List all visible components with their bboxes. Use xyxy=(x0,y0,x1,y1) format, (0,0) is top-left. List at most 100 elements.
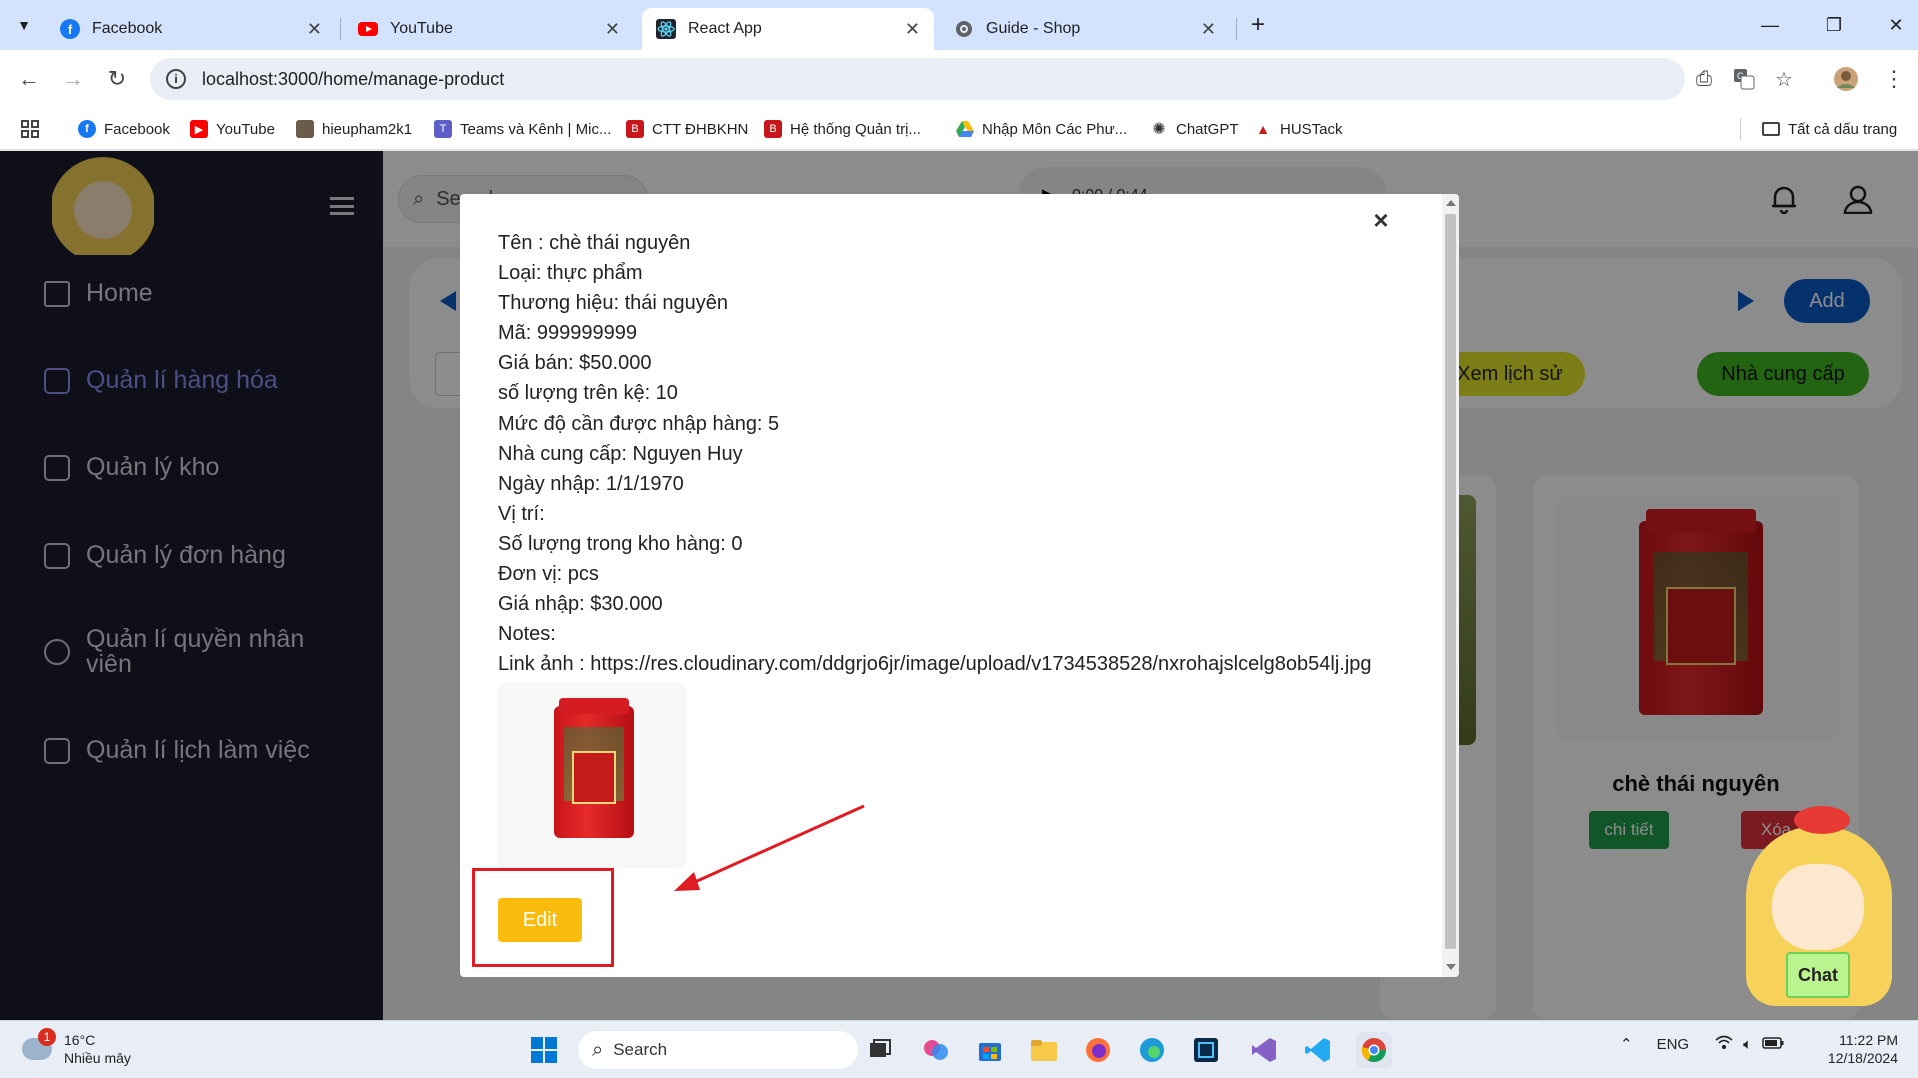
info-code: Mã: 999999999 xyxy=(498,322,638,345)
scroll-down-icon[interactable] xyxy=(1446,964,1456,970)
edit-button[interactable]: Edit xyxy=(498,898,582,942)
visual-studio-icon[interactable] xyxy=(1246,1032,1282,1068)
file-explorer-icon[interactable] xyxy=(1026,1032,1062,1068)
reload-button[interactable]: ↻ xyxy=(100,62,134,96)
product-info: Tên : chè thái nguyên Loại: thực phẩm Th… xyxy=(498,228,1428,679)
bookmark-label: hieupham2k1 xyxy=(322,120,413,138)
windows-start-icon[interactable] xyxy=(526,1032,562,1068)
tab-title: Facebook xyxy=(92,20,163,37)
facebook-icon: f xyxy=(60,19,80,39)
profile-avatar[interactable] xyxy=(1832,65,1860,93)
back-button[interactable]: ← xyxy=(12,62,46,96)
terminal-app-icon[interactable] xyxy=(1188,1032,1224,1068)
hust-icon: B xyxy=(626,120,644,138)
info-warehouse-quantity: Số lượng trong kho hàng: 0 xyxy=(498,532,743,555)
task-view-icon[interactable] xyxy=(862,1032,898,1068)
apps-grid-icon[interactable] xyxy=(20,118,40,140)
scrollbar-thumb[interactable] xyxy=(1445,214,1456,949)
bookmark-youtube[interactable]: ▶ YouTube xyxy=(190,118,275,140)
bookmark-teams[interactable]: T Teams và Kênh | Mic... xyxy=(434,118,611,140)
clock[interactable]: 11:22 PM 12/18/2024 xyxy=(1818,1031,1898,1067)
menu-dots-icon[interactable]: ⋮ xyxy=(1880,65,1908,93)
tab-guide-shop[interactable]: Guide - Shop ✕ xyxy=(940,8,1230,50)
globe-icon xyxy=(954,19,974,39)
bookmark-star-icon[interactable]: ☆ xyxy=(1770,65,1798,93)
info-name: Tên : chè thái nguyên xyxy=(498,232,691,254)
translate-icon[interactable]: G xyxy=(1730,65,1758,93)
mascot-bow xyxy=(1794,806,1850,834)
taskbar-search-label: Search xyxy=(613,1040,668,1059)
bookmark-ctt[interactable]: B CTT ĐHBKHN xyxy=(626,118,748,140)
facebook-icon: f xyxy=(78,120,96,138)
info-restock-level: Mức độ cần được nhập hàng: 5 xyxy=(498,412,780,435)
scroll-up-icon[interactable] xyxy=(1446,200,1456,206)
vscode-icon[interactable] xyxy=(1300,1032,1336,1068)
bookmark-he-thong[interactable]: B Hệ thống Quản trị... xyxy=(764,118,921,140)
browser-tab-bar: ▼ f Facebook ✕ YouTube ✕ React App ✕ Gui… xyxy=(0,0,1918,50)
tab-title: YouTube xyxy=(390,20,453,37)
bookmark-label: HUSTack xyxy=(1280,120,1343,138)
teams-icon: T xyxy=(434,120,452,138)
bookmark-hieupham[interactable]: hieupham2k1 xyxy=(296,118,412,140)
product-detail-modal: × Tên : chè thái nguyên Loại: thực phẩm … xyxy=(460,194,1459,977)
bookmark-label: YouTube xyxy=(216,120,275,138)
new-tab-button[interactable]: + xyxy=(1238,10,1278,40)
chat-button[interactable]: Chat xyxy=(1786,952,1850,998)
modal-scrollbar[interactable] xyxy=(1442,194,1459,977)
close-icon[interactable]: ✕ xyxy=(605,19,620,40)
edge-icon[interactable] xyxy=(1134,1032,1170,1068)
info-location: Vị trí: xyxy=(498,502,545,525)
info-brand: Thương hiệu: thái nguyên xyxy=(498,292,728,315)
bookmark-chatgpt[interactable]: ✺ ChatGPT xyxy=(1150,118,1239,140)
tab-title: React App xyxy=(688,20,762,37)
language-indicator[interactable]: ENG xyxy=(1657,1036,1690,1053)
info-import-price: Giá nhập: $30.000 xyxy=(498,593,663,616)
tab-divider xyxy=(340,18,341,40)
bookmark-label: ChatGPT xyxy=(1176,120,1239,138)
forward-button[interactable]: → xyxy=(56,62,90,96)
tab-facebook[interactable]: f Facebook ✕ xyxy=(46,8,336,50)
tab-title: Guide - Shop xyxy=(986,20,1081,37)
info-image-link: Link ảnh : https://res.cloudinary.com/dd… xyxy=(498,653,1372,676)
weather-widget[interactable]: 1 16°C Nhiều mây xyxy=(22,1028,131,1067)
close-icon[interactable]: ✕ xyxy=(307,19,322,40)
firefox-icon[interactable] xyxy=(1080,1032,1116,1068)
youtube-icon: ▶ xyxy=(190,120,208,138)
battery-icon[interactable] xyxy=(1762,1036,1784,1053)
svg-text:f: f xyxy=(68,22,73,37)
chrome-icon[interactable] xyxy=(1356,1032,1392,1068)
restore-button[interactable]: ❐ xyxy=(1814,10,1854,40)
close-icon[interactable]: ✕ xyxy=(1201,19,1216,40)
tab-search-button[interactable]: ▼ xyxy=(8,10,40,40)
bookmark-label: Teams và Kênh | Mic... xyxy=(460,120,612,138)
volume-icon[interactable]: 🔈︎ xyxy=(1743,1036,1752,1053)
bookmark-label: Hệ thống Quản trị... xyxy=(790,120,921,138)
close-icon[interactable]: ✕ xyxy=(905,19,920,40)
bookmark-facebook[interactable]: f Facebook xyxy=(78,118,170,140)
bookmark-hustack[interactable]: ▲ HUSTack xyxy=(1254,118,1343,140)
store-icon[interactable] xyxy=(972,1032,1008,1068)
taskbar-search[interactable]: ⌕ Search xyxy=(578,1031,858,1069)
all-bookmarks[interactable]: Tất cả dấu trang xyxy=(1762,118,1897,140)
tab-react-app[interactable]: React App ✕ xyxy=(642,8,934,50)
install-app-icon[interactable]: ⎙ xyxy=(1690,65,1718,93)
avatar-icon xyxy=(296,120,314,138)
weather-temp: 16°C xyxy=(64,1032,96,1048)
chevron-down-icon: ▼ xyxy=(17,17,31,33)
info-category: Loại: thực phẩm xyxy=(498,262,643,285)
drive-icon xyxy=(956,120,974,138)
minimize-button[interactable]: — xyxy=(1750,10,1790,40)
tab-youtube[interactable]: YouTube ✕ xyxy=(344,8,634,50)
address-bar[interactable]: i localhost:3000/home/manage-product xyxy=(150,58,1685,100)
bookmark-label: Nhập Môn Các Phư... xyxy=(982,120,1128,138)
copilot-icon[interactable] xyxy=(918,1032,954,1068)
chevron-up-icon[interactable]: ⌃ xyxy=(1620,1035,1633,1053)
close-window-button[interactable]: ✕ xyxy=(1876,10,1916,40)
chat-widget[interactable]: Chat xyxy=(1736,806,1902,1020)
site-info-icon[interactable]: i xyxy=(166,69,186,89)
bookmark-nhap-mon[interactable]: Nhập Môn Các Phư... xyxy=(956,118,1127,140)
weather-desc: Nhiều mây xyxy=(64,1050,131,1066)
info-shelf-quantity: số lượng trên kệ: 10 xyxy=(498,382,678,405)
wifi-icon[interactable] xyxy=(1715,1035,1733,1053)
annotation-arrow xyxy=(674,804,865,891)
